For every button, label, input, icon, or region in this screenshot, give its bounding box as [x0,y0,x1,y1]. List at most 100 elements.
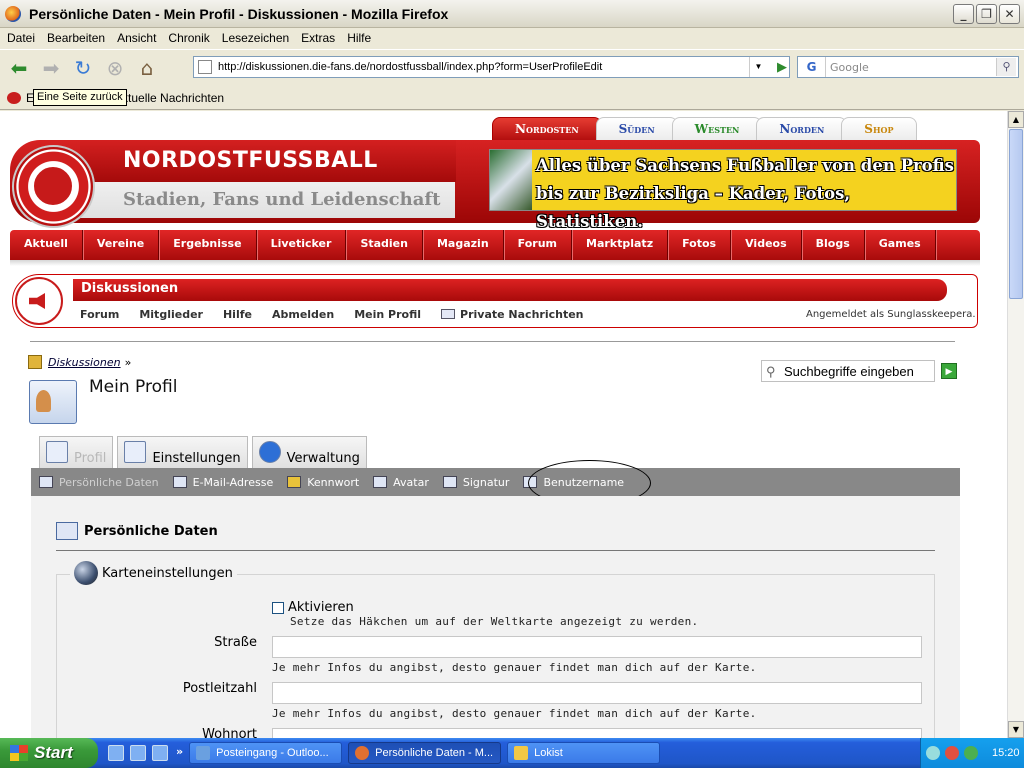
subtab-persoenliche-daten[interactable]: Persönliche Daten [39,476,159,489]
clock[interactable]: 15:20 [992,747,1020,759]
nav-videos[interactable]: Videos [731,230,802,260]
taskbar-item-lokist[interactable]: Lokist [507,742,661,764]
menu-datei[interactable]: Datei [7,31,35,45]
nav-magazin[interactable]: Magazin [423,230,504,260]
region-tab-westen[interactable]: Westen [671,117,763,140]
nav-forum[interactable]: Forum [504,230,572,260]
region-tab-norden[interactable]: Norden [756,117,848,140]
forum-link-abmelden[interactable]: Abmelden [272,308,334,321]
search-engine-icon[interactable]: G [798,57,826,77]
back-arrow-icon[interactable]: ⬅ [6,56,32,80]
region-tab-nordosten[interactable]: Nordosten [492,117,602,140]
start-button[interactable]: Start [0,738,98,768]
checklist-icon [124,441,147,463]
strasse-hint: Je mehr Infos du angibst, desto genauer … [272,661,757,674]
subtab-avatar[interactable]: Avatar [373,476,429,489]
subtab-kennwort[interactable]: Kennwort [287,476,359,489]
nav-fotos[interactable]: Fotos [668,230,732,260]
show-desktop-icon[interactable] [152,745,168,761]
forum-links: Forum Mitglieder Hilfe Abmelden Mein Pro… [80,308,604,321]
outlook-icon[interactable] [108,745,124,761]
nav-liveticker[interactable]: Liveticker [257,230,347,260]
tray-chevron-icon[interactable] [926,746,940,760]
id-card-icon [56,522,78,540]
menu-lesezeichen[interactable]: Lesezeichen [222,31,289,45]
go-arrow-icon[interactable]: ▶ [777,59,787,75]
nav-blogs[interactable]: Blogs [802,230,865,260]
scroll-down-icon[interactable]: ▼ [1008,721,1024,738]
tray-app-icon[interactable] [945,746,959,760]
minimize-button[interactable]: _ [953,4,974,24]
site-slogan: Stadien, Fans und Leidenschaft [123,189,441,210]
scroll-thumb[interactable] [1009,129,1023,299]
nav-aktuell[interactable]: Aktuell [10,230,83,260]
activate-checkbox[interactable]: Aktivieren [272,600,354,615]
region-tab-shop[interactable]: Shop [841,117,917,140]
subtab-email-adresse[interactable]: E-Mail-Adresse [172,476,273,489]
url-text[interactable]: http://diskussionen.die-fans.de/nordostf… [218,61,602,73]
postleitzahl-input[interactable] [272,682,922,704]
windows-logo-icon [10,745,28,761]
region-tabs: Nordosten Süden Westen Norden Shop [492,117,917,140]
reload-icon[interactable]: ↻ [70,56,96,80]
vertical-scrollbar[interactable]: ▲ ▼ [1007,111,1024,738]
menu-ansicht[interactable]: Ansicht [117,31,156,45]
nav-ergebnisse[interactable]: Ergebnisse [159,230,257,260]
tray-network-icon[interactable] [964,746,978,760]
checkbox-hint: Setze das Häkchen um auf der Weltkarte a… [290,615,699,628]
site-name: NORDOSTFUSSBALL [123,148,378,173]
search-box[interactable]: G Google ⚲ [797,56,1019,78]
ad-line-1: Alles über Sachsens Fußballer von den Pr… [536,156,954,175]
wohnort-input[interactable] [272,728,922,738]
menu-chronik[interactable]: Chronik [168,31,209,45]
advertisement-banner[interactable]: Alles über Sachsens Fußballer von den Pr… [489,149,957,231]
region-tab-sueden[interactable]: Süden [595,117,678,140]
menu-hilfe[interactable]: Hilfe [347,31,371,45]
home-icon[interactable]: ⌂ [134,56,160,80]
maximize-button[interactable]: ❐ [976,4,997,24]
search-submit-icon[interactable]: ▶ [941,363,957,379]
taskbar-item-outlook[interactable]: Posteingang - Outloo... [189,742,343,764]
scroll-up-icon[interactable]: ▲ [1008,111,1024,128]
forum-link-mein-profil[interactable]: Mein Profil [354,308,421,321]
quick-launch-more[interactable]: » [176,745,183,761]
strasse-input[interactable] [272,636,922,658]
postleitzahl-label: Postleitzahl [182,681,257,696]
stop-icon[interactable]: ⊗ [102,56,128,80]
nav-vereine[interactable]: Vereine [83,230,160,260]
nav-stadien[interactable]: Stadien [346,230,423,260]
close-button[interactable]: ✕ [999,4,1020,24]
menu-bearbeiten[interactable]: Bearbeiten [47,31,105,45]
bookmark-aktuelle-nachrichten[interactable]: Aktuelle Nachrichten [114,91,224,105]
forum-search-label[interactable]: Suchbegriffe eingeben [784,364,914,379]
tab-profil[interactable]: Profil [39,436,114,468]
profile-tabs: Profil Einstellungen Verwaltung [39,436,371,468]
postleitzahl-hint: Je mehr Infos du angibst, desto genauer … [272,707,757,720]
url-dropdown-icon[interactable]: ▼ [749,57,767,77]
breadcrumb-diskussionen[interactable]: Diskussionen [48,356,121,369]
nav-marktplatz[interactable]: Marktplatz [572,230,669,260]
taskbar-item-firefox[interactable]: Persönliche Daten - M... [348,742,502,764]
tab-verwaltung[interactable]: Verwaltung [251,436,367,468]
forum-link-private-nachrichten[interactable]: Private Nachrichten [441,308,584,321]
search-icon[interactable]: ⚲ [996,58,1016,76]
logged-in-status: Angemeldet als Sunglasskeepera. [806,309,976,320]
quick-launch: » [108,745,183,761]
forward-arrow-icon[interactable]: ➡ [38,56,64,80]
menu-extras[interactable]: Extras [301,31,335,45]
forum-title: Diskussionen [81,281,179,296]
nav-games[interactable]: Games [865,230,936,260]
system-tray: 15:20 [920,738,1024,768]
tab-einstellungen[interactable]: Einstellungen [117,436,248,468]
football-logo-icon [31,164,75,208]
url-bar[interactable]: http://diskussionen.die-fans.de/nordostf… [193,56,790,78]
forum-link-hilfe[interactable]: Hilfe [223,308,252,321]
forum-search-field[interactable]: ⚲ Suchbegriffe eingeben [761,360,935,382]
subtab-signatur[interactable]: Signatur [442,476,509,489]
ie-icon[interactable] [130,745,146,761]
profile-card-icon [29,380,77,424]
checkbox[interactable] [272,601,284,614]
search-placeholder[interactable]: Google [830,61,869,74]
forum-link-forum[interactable]: Forum [80,308,119,321]
forum-link-mitglieder[interactable]: Mitglieder [139,308,203,321]
